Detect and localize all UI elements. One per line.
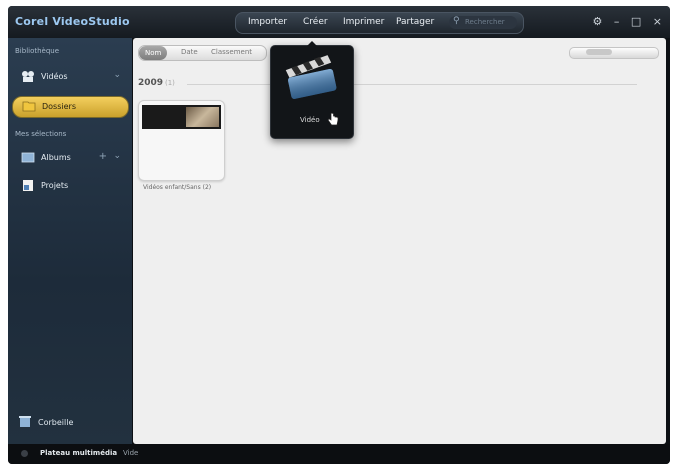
create-popup: Vidéo xyxy=(270,41,354,139)
project-icon xyxy=(23,180,33,191)
video-frame xyxy=(186,107,219,127)
folder-icon xyxy=(22,101,36,112)
window-controls: ⚙ – □ × xyxy=(585,15,663,28)
tray-toggle-icon[interactable] xyxy=(21,450,28,457)
bottom-bar: Plateau multimédia Vide xyxy=(8,444,670,464)
media-panel: Nom Date Classement 2009 (1) Vidéos enfa… xyxy=(133,38,666,444)
collections-label: Mes sélections xyxy=(15,130,67,138)
close-icon[interactable]: × xyxy=(653,15,662,28)
media-tray-label[interactable]: Plateau multimédia xyxy=(40,449,117,457)
main-menu: Importer Créer Imprimer Partager ⚲ Reche… xyxy=(235,12,524,34)
year-divider xyxy=(187,84,637,85)
popup-pointer xyxy=(307,41,317,46)
minimize-icon[interactable]: – xyxy=(614,15,620,28)
trash-icon xyxy=(19,416,31,427)
library-label: Bibliothèque xyxy=(15,47,60,55)
videos-icon xyxy=(22,71,34,82)
clapperboard-icon[interactable] xyxy=(281,53,343,107)
menu-imprimer[interactable]: Imprimer xyxy=(343,17,384,27)
chevron-down-icon[interactable]: ⌄ xyxy=(113,70,121,80)
add-album-icon[interactable]: + xyxy=(99,151,107,162)
app-window: Corel VideoStudio Importer Créer Imprime… xyxy=(8,6,670,464)
app-title: Corel VideoStudio xyxy=(15,15,130,28)
album-icon xyxy=(21,152,35,163)
year-heading: 2009 xyxy=(138,78,164,88)
video-thumbnail xyxy=(142,105,221,129)
item-count: (1) xyxy=(165,79,175,87)
sort-name-button[interactable]: Nom xyxy=(139,46,168,60)
sidebar-item-videos[interactable]: Vidéos ⌄ xyxy=(12,67,127,87)
help-icon[interactable]: ⚙ xyxy=(593,15,603,28)
sidebar-item-albums[interactable]: Albums + ⌄ xyxy=(12,148,127,168)
menu-creer[interactable]: Créer xyxy=(303,17,328,27)
sidebar-item-label: Dossiers xyxy=(42,102,76,111)
chevron-down-icon[interactable]: ⌄ xyxy=(113,151,121,161)
sidebar-item-label: Albums xyxy=(41,153,71,162)
sort-date-button[interactable]: Date xyxy=(181,48,198,56)
trash-label: Corbeille xyxy=(38,418,74,427)
sidebar-item-label: Projets xyxy=(41,181,69,190)
media-tray-status: Vide xyxy=(123,449,139,457)
popup-video-label[interactable]: Vidéo xyxy=(300,116,320,124)
zoom-slider[interactable] xyxy=(569,47,659,59)
search-placeholder: Rechercher xyxy=(465,18,505,26)
sort-bar: Nom Date Classement xyxy=(138,45,267,61)
title-bar: Corel VideoStudio Importer Créer Imprime… xyxy=(8,6,670,38)
sidebar-item-label: Vidéos xyxy=(41,72,68,81)
search-input[interactable]: ⚲ Rechercher xyxy=(449,16,517,29)
sidebar-item-folders[interactable]: Dossiers xyxy=(12,96,129,118)
zoom-slider-thumb[interactable] xyxy=(586,49,612,55)
menu-partager[interactable]: Partager xyxy=(396,17,434,27)
hand-cursor-icon xyxy=(327,112,339,126)
sort-rating-button[interactable]: Classement xyxy=(211,48,252,56)
sidebar: Bibliothèque Vidéos ⌄ Dossiers Mes sélec… xyxy=(8,38,132,444)
media-caption: Vidéos enfant/Sans (2) xyxy=(143,184,212,191)
menu-importer[interactable]: Importer xyxy=(248,17,287,27)
search-icon: ⚲ xyxy=(453,16,460,26)
maximize-icon[interactable]: □ xyxy=(631,15,641,28)
media-thumbnail[interactable] xyxy=(138,100,225,181)
sidebar-item-projects[interactable]: Projets xyxy=(12,176,127,196)
